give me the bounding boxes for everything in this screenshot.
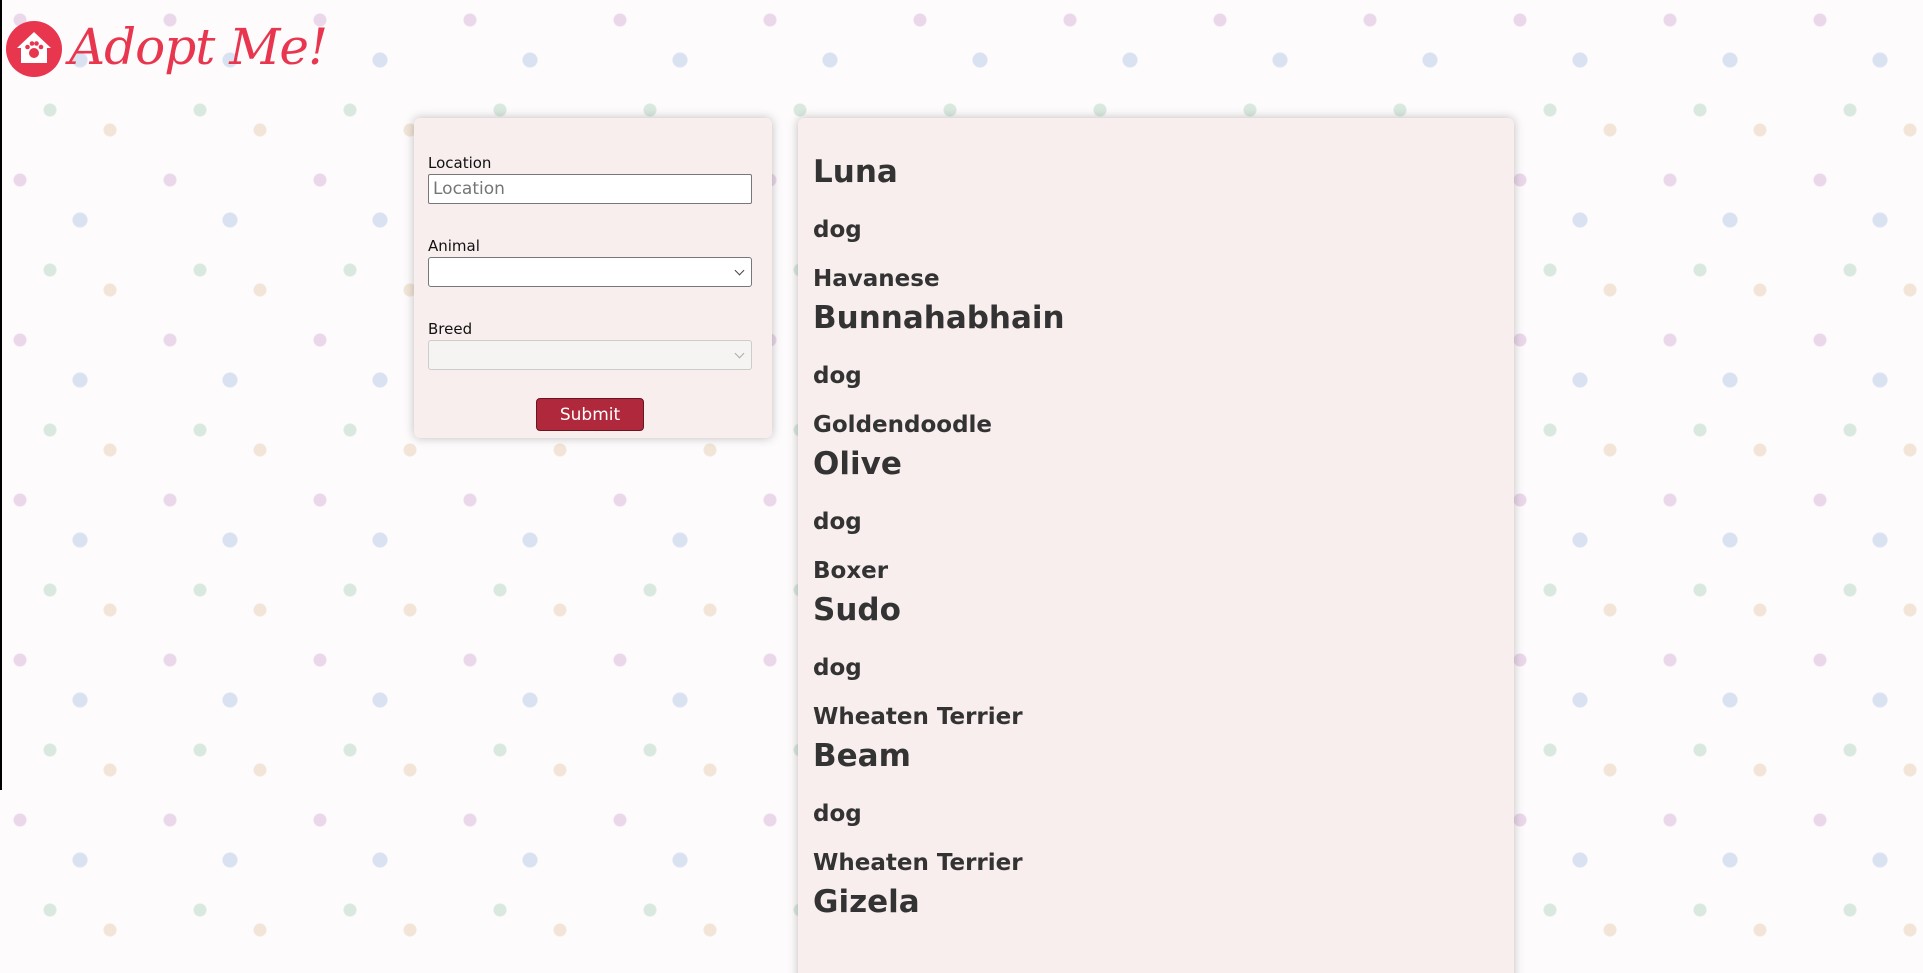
results-list: Luna dog Havanese Bunnahabhain dog Golde… bbox=[798, 118, 1514, 973]
pet-item[interactable]: Luna dog Havanese bbox=[813, 154, 1514, 300]
search-form: Location Animal Breed Submit bbox=[414, 118, 772, 438]
breed-select[interactable] bbox=[428, 340, 752, 370]
pet-animal: dog bbox=[813, 217, 862, 243]
pet-item[interactable]: Olive dog Boxer bbox=[813, 446, 1514, 592]
pet-breed: Boxer bbox=[813, 558, 889, 584]
pet-item[interactable]: Sudo dog Wheaten Terrier bbox=[813, 592, 1514, 738]
pet-item[interactable]: Gizela bbox=[813, 884, 1514, 946]
submit-wrap: Submit bbox=[428, 398, 752, 431]
pet-animal: dog bbox=[813, 363, 862, 389]
pet-name: Gizela bbox=[813, 884, 920, 920]
location-input[interactable] bbox=[428, 174, 752, 204]
logo-text: Adopt Me! bbox=[69, 18, 328, 76]
location-label: Location bbox=[428, 154, 492, 172]
pet-breed: Wheaten Terrier bbox=[813, 704, 1023, 730]
breed-label: Breed bbox=[428, 320, 473, 338]
pet-name: Beam bbox=[813, 738, 911, 774]
animal-label: Animal bbox=[428, 237, 480, 255]
chevron-down-icon bbox=[734, 348, 745, 359]
pet-name: Sudo bbox=[813, 592, 901, 628]
pet-name: Bunnahabhain bbox=[813, 300, 1065, 336]
pet-animal: dog bbox=[813, 801, 862, 827]
pet-item[interactable]: Bunnahabhain dog Goldendoodle bbox=[813, 300, 1514, 446]
animal-select[interactable] bbox=[428, 257, 752, 287]
pet-name: Olive bbox=[813, 446, 902, 482]
logo-link[interactable]: Adopt Me! bbox=[3, 16, 328, 78]
pet-item[interactable]: Beam dog Wheaten Terrier bbox=[813, 738, 1514, 884]
breed-field: Breed bbox=[428, 320, 752, 370]
window-edge bbox=[0, 0, 2, 790]
pet-breed: Havanese bbox=[813, 266, 940, 292]
animal-field: Animal bbox=[428, 237, 752, 287]
pet-name: Luna bbox=[813, 154, 898, 190]
pet-animal: dog bbox=[813, 509, 862, 535]
pet-breed: Goldendoodle bbox=[813, 412, 993, 438]
pet-animal: dog bbox=[813, 655, 862, 681]
house-paw-icon bbox=[6, 21, 62, 77]
location-field: Location bbox=[428, 154, 752, 204]
pet-breed: Wheaten Terrier bbox=[813, 850, 1023, 876]
chevron-down-icon bbox=[734, 265, 745, 276]
submit-button[interactable]: Submit bbox=[536, 398, 644, 431]
